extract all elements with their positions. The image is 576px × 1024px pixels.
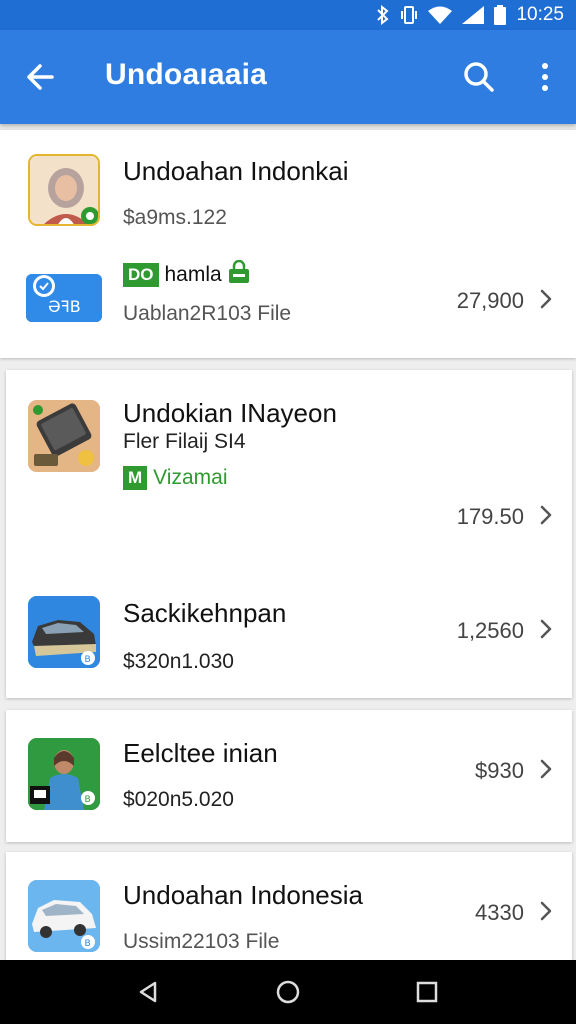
- chevron-right-icon: [538, 617, 554, 641]
- device-thumbnail: [28, 400, 100, 472]
- item-price: 1,2560: [456, 618, 524, 643]
- item-title: Eelcltee inian: [123, 738, 278, 768]
- item-subtitle: Ussim22103 File: [123, 930, 280, 953]
- tag-box: M: [123, 466, 148, 490]
- tag-label: Vizamai: [153, 466, 228, 489]
- avatar: [28, 154, 100, 226]
- recents-square-icon[interactable]: [413, 978, 441, 1006]
- item-tag: DO hamla: [123, 259, 250, 290]
- item-price: $930: [475, 758, 524, 783]
- item-price: 4330: [475, 900, 524, 925]
- item-subtitle: $020n5.020: [123, 788, 234, 811]
- lock-icon: [228, 259, 250, 290]
- svg-text:B: B: [85, 795, 91, 805]
- item-subtitle: $a9ms.122: [123, 206, 227, 229]
- vibrate-icon: [400, 5, 418, 25]
- bluetooth-icon: [376, 5, 390, 25]
- item-list: Undoahan Indonkai $a9ms.122 ƏꟻB DO hamla: [0, 124, 576, 960]
- tag-box: DO: [123, 263, 159, 287]
- svg-text:B: B: [85, 939, 91, 949]
- car-thumbnail: B: [28, 880, 100, 952]
- chevron-right-icon: [538, 503, 554, 527]
- back-arrow-icon[interactable]: [22, 58, 60, 96]
- item-title: Undoahan Indonkai: [123, 156, 349, 186]
- tag-label: hamla: [164, 263, 222, 286]
- page-title: Undoaıaaia: [105, 58, 268, 91]
- svg-text:ƏꟻB: ƏꟻB: [48, 297, 81, 316]
- item-price: 179.50: [456, 504, 524, 529]
- avatar: B: [28, 738, 100, 810]
- home-circle-icon[interactable]: [274, 978, 302, 1006]
- chevron-right-icon: [538, 287, 554, 311]
- item-title: Undoahan Indonesia: [123, 880, 363, 910]
- list-card: B Undoahan Indonesia Ussim22103 File 433…: [6, 852, 572, 960]
- item-subtitle: $320n1.030: [123, 650, 234, 673]
- svg-text:B: B: [85, 655, 91, 665]
- item-price: 27,900: [456, 288, 524, 313]
- list-card: Undokian INayeon Fler Filaij SI4 M Vizam…: [6, 370, 572, 698]
- status-bar: 10:25: [0, 0, 576, 30]
- back-triangle-icon[interactable]: [135, 978, 163, 1006]
- wifi-icon: [428, 6, 453, 24]
- chevron-right-icon: [538, 899, 554, 923]
- status-time: 10:25: [516, 4, 564, 25]
- item-title: Sackikehnpan: [123, 598, 287, 628]
- system-nav-bar: [0, 960, 576, 1024]
- list-card: B Eelcltee inian $020n5.020 $930: [6, 710, 572, 842]
- search-icon[interactable]: [460, 58, 498, 96]
- item-tag: M Vizamai: [123, 466, 227, 490]
- chevron-right-icon: [538, 757, 554, 781]
- app-bar: Undoaıaaia: [0, 30, 576, 124]
- car-thumbnail: B: [28, 596, 100, 668]
- item-subtitle: Fler Filaij SI4: [123, 430, 246, 453]
- item-secondary-subtitle: Uablan2R103 File: [123, 302, 292, 325]
- signal-icon: [462, 6, 485, 24]
- app-badge-icon: ƏꟻB: [26, 274, 102, 322]
- item-title: Undokian INayeon: [123, 398, 337, 428]
- battery-icon: [494, 5, 507, 25]
- list-card: Undoahan Indonkai $a9ms.122 ƏꟻB DO hamla: [0, 130, 576, 358]
- more-vert-icon[interactable]: [530, 58, 560, 96]
